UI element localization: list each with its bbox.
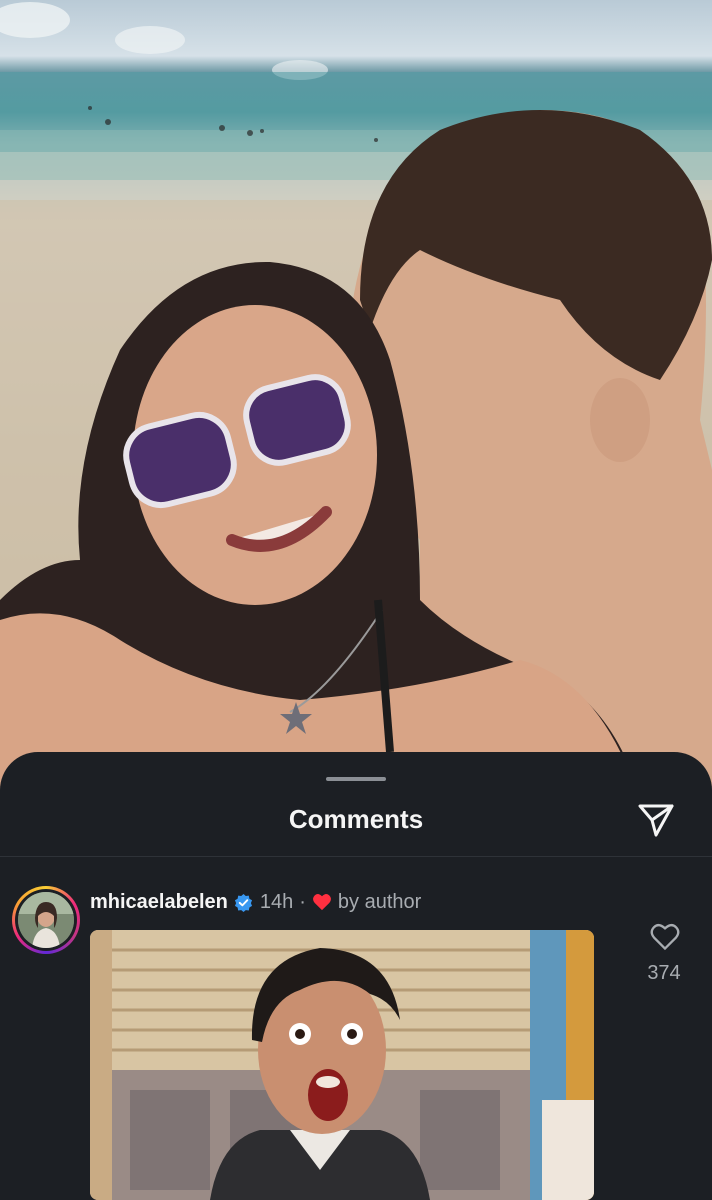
avatar-image — [18, 892, 74, 948]
avatar[interactable] — [12, 886, 80, 954]
drag-handle[interactable] — [326, 777, 386, 781]
sheet-title: Comments — [288, 804, 424, 834]
heart-outline-icon — [650, 924, 680, 951]
liked-by-author-label: by author — [337, 890, 422, 913]
comment-username[interactable]: mhicaelabelen — [90, 891, 228, 914]
author-heart-icon — [312, 893, 332, 911]
comment-time: 14h — [259, 890, 294, 913]
comment-meta: mhicaelabelen 14h · by author — [90, 889, 421, 915]
like-button[interactable] — [648, 920, 682, 954]
header-divider — [0, 856, 712, 857]
beach-selfie-photo — [0, 2, 712, 800]
post-photo — [0, 0, 712, 800]
comments-sheet: Comments mhicaelabelen 14h · by author 3… — [0, 752, 712, 1200]
paper-plane-icon — [638, 804, 674, 837]
share-button[interactable] — [634, 798, 678, 842]
verified-badge-icon — [234, 893, 253, 912]
like-count: 374 — [647, 962, 681, 984]
meta-separator: · — [299, 890, 306, 913]
reaction-gif[interactable] — [90, 930, 594, 1200]
